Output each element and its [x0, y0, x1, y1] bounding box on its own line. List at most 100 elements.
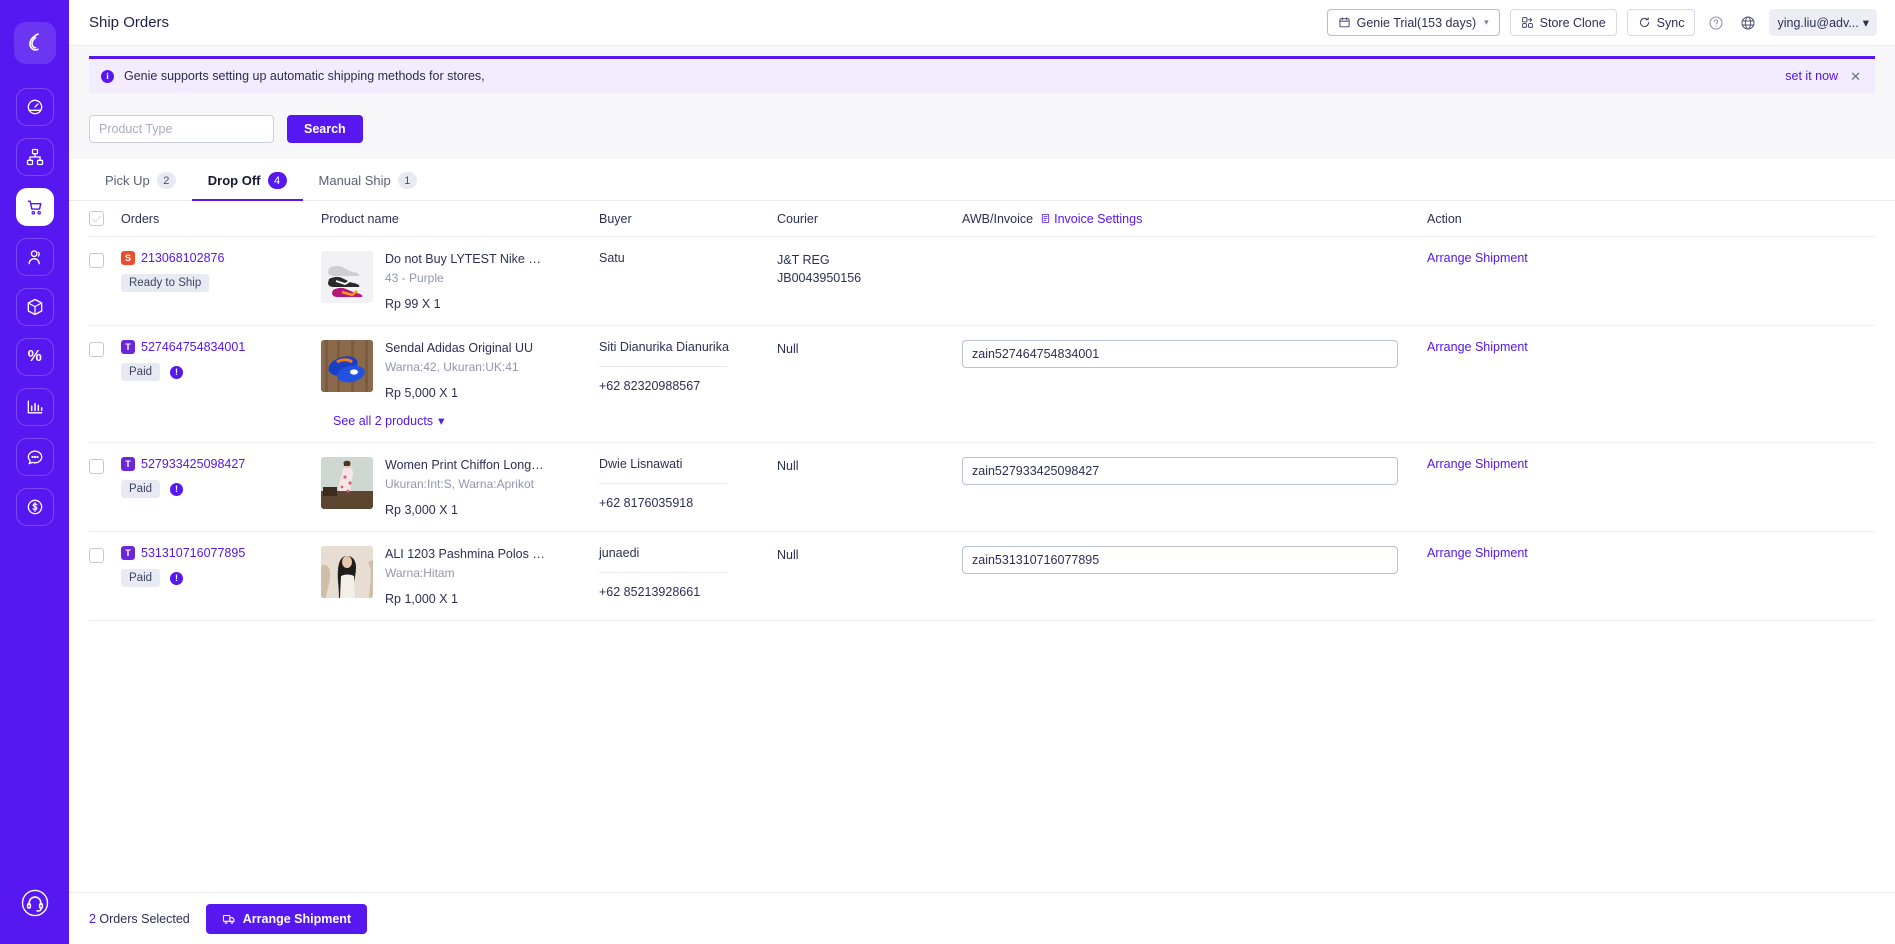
arrange-shipment-link[interactable]: Arrange Shipment	[1427, 546, 1528, 560]
topbar-actions: Genie Trial(153 days) ▾ Store Clone Sync	[1326, 9, 1877, 36]
platform-tokopedia-icon: T	[121, 457, 135, 471]
sidebar-item-finance[interactable]	[15, 488, 54, 526]
sidebar-item-analytics[interactable]	[15, 388, 54, 426]
info-banner: i Genie supports setting up automatic sh…	[89, 56, 1875, 93]
table-row: T 527933425098427 Paid ! Women Print Chi…	[89, 443, 1875, 532]
courier-name: Null	[777, 459, 799, 473]
help-button[interactable]	[1705, 12, 1727, 34]
store-clone-label: Store Clone	[1539, 15, 1606, 30]
product-price: Rp 1,000 X 1	[385, 592, 458, 606]
select-all-checkbox[interactable]	[89, 211, 104, 226]
product-block: Women Print Chiffon Long Slee... Ukuran:…	[321, 457, 599, 517]
row-select-cell	[89, 457, 121, 474]
tab-bar: Pick Up 2 Drop Off 4 Manual Ship 1	[69, 159, 1895, 201]
sidebar-item-messages[interactable]	[15, 438, 54, 476]
invoice-settings-link[interactable]: Invoice Settings	[1040, 212, 1142, 226]
arrange-shipment-link[interactable]: Arrange Shipment	[1427, 340, 1528, 354]
row-checkbox[interactable]	[89, 459, 104, 474]
sync-button[interactable]: Sync	[1626, 9, 1696, 36]
buyer-name: Siti Dianurika Dianurika	[599, 340, 729, 354]
column-courier: Courier	[777, 211, 818, 226]
tab-drop-off[interactable]: Drop Off 4	[191, 159, 303, 201]
awb-input[interactable]	[962, 340, 1398, 368]
tab-pick-up[interactable]: Pick Up 2	[89, 159, 192, 201]
invoice-settings-label: Invoice Settings	[1054, 211, 1143, 226]
buyer-divider	[599, 572, 727, 573]
courier-name: J&T REG	[777, 253, 830, 267]
row-checkbox[interactable]	[89, 253, 104, 268]
sidebar-item-customers[interactable]	[15, 238, 54, 276]
sidebar-item-dashboard[interactable]	[15, 88, 54, 126]
support-button[interactable]	[16, 884, 54, 922]
sidebar-item-products[interactable]	[15, 288, 54, 326]
action-cell: Arrange Shipment	[1427, 546, 1875, 560]
arrange-shipment-link[interactable]: Arrange Shipment	[1427, 251, 1528, 265]
selected-count: 2 Orders Selected	[89, 912, 190, 926]
sidebar-item-promotions[interactable]: %	[15, 338, 54, 376]
app-logo[interactable]	[13, 22, 56, 64]
product-variant: Warna:42, Ukuran:UK:41	[385, 360, 519, 374]
order-cell: T 531310716077895 Paid !	[121, 546, 321, 587]
action-cell: Arrange Shipment	[1427, 340, 1875, 354]
see-all-products-link[interactable]: See all 2 products ▾	[333, 413, 445, 429]
order-id-link[interactable]: 527933425098427	[141, 457, 245, 471]
set-it-now-link[interactable]: set it now	[1785, 69, 1838, 83]
page-title: Ship Orders	[89, 14, 170, 31]
order-top: T 531310716077895	[121, 546, 321, 560]
hijab-model-thumbnail	[321, 546, 373, 598]
product-block: ALI 1203 Pashmina Polos Baha... Warna:Hi…	[321, 546, 599, 606]
tab-label: Manual Ship	[318, 173, 391, 188]
language-button[interactable]	[1737, 12, 1759, 34]
order-id-link[interactable]: 213068102876	[141, 251, 224, 265]
product-thumbnail	[321, 546, 373, 598]
awb-input[interactable]	[962, 546, 1398, 574]
warning-info-icon[interactable]: !	[170, 482, 184, 496]
warning-info-icon[interactable]: !	[170, 365, 184, 379]
tab-label: Pick Up	[105, 173, 150, 188]
tab-manual-ship[interactable]: Manual Ship 1	[303, 159, 433, 201]
product-cell: Sendal Adidas Original UU Warna:42, Ukur…	[321, 340, 599, 428]
awb-cell	[962, 546, 1427, 574]
sidebar-item-channels[interactable]	[15, 138, 54, 176]
row-select-cell	[89, 546, 121, 563]
row-checkbox[interactable]	[89, 548, 104, 563]
banner-right: set it now ✕	[1785, 69, 1861, 83]
search-button[interactable]: Search	[287, 115, 363, 143]
close-icon[interactable]: ✕	[1850, 70, 1861, 83]
awb-cell	[962, 340, 1427, 368]
status-row: Paid !	[121, 363, 321, 381]
arrange-shipment-button[interactable]: Arrange Shipment	[205, 903, 368, 934]
status-badge: Paid	[121, 480, 161, 498]
arrange-shipment-link[interactable]: Arrange Shipment	[1427, 457, 1528, 471]
order-id-link[interactable]: 527464754834001	[141, 340, 245, 354]
chevron-down-icon: ▾	[1862, 16, 1869, 30]
status-badge: Paid	[121, 363, 161, 381]
column-product: Product name	[321, 211, 399, 226]
courier-name: Null	[777, 548, 799, 562]
tab-label: Drop Off	[207, 173, 261, 188]
chevron-down-icon: ▾	[438, 414, 445, 428]
calendar-icon	[1339, 17, 1350, 28]
trial-selector[interactable]: Genie Trial(153 days) ▾	[1326, 9, 1500, 36]
banner-text: Genie supports setting up automatic ship…	[124, 69, 485, 83]
store-clone-button[interactable]: Store Clone	[1509, 9, 1617, 36]
product-name: Women Print Chiffon Long Slee...	[385, 458, 545, 472]
product-info: Sendal Adidas Original UU Warna:42, Ukur…	[385, 340, 533, 400]
row-checkbox[interactable]	[89, 342, 104, 357]
sidebar-item-orders[interactable]	[15, 188, 54, 226]
platform-tokopedia-icon: T	[121, 340, 135, 354]
product-thumbnail	[321, 251, 373, 303]
order-id-link[interactable]: 531310716077895	[141, 546, 245, 560]
table-row: T 531310716077895 Paid ! ALI 1203 Pashmi…	[89, 532, 1875, 621]
awb-input[interactable]	[962, 457, 1398, 485]
genie-logo-icon	[28, 33, 39, 51]
status-badge: Ready to Ship	[121, 274, 210, 292]
status-row: Paid !	[121, 569, 321, 587]
buyer-phone: +62 8176035918	[599, 496, 694, 510]
product-variant: Ukuran:Int:S, Warna:Aprikot	[385, 477, 534, 491]
warning-info-icon[interactable]: !	[170, 571, 184, 585]
buyer-name: junaedi	[599, 546, 640, 560]
user-menu[interactable]: ying.liu@adv... ▾	[1769, 9, 1877, 36]
orders-table: Orders Product name Buyer Courier AWB/In…	[69, 201, 1895, 892]
search-input[interactable]	[89, 115, 274, 143]
